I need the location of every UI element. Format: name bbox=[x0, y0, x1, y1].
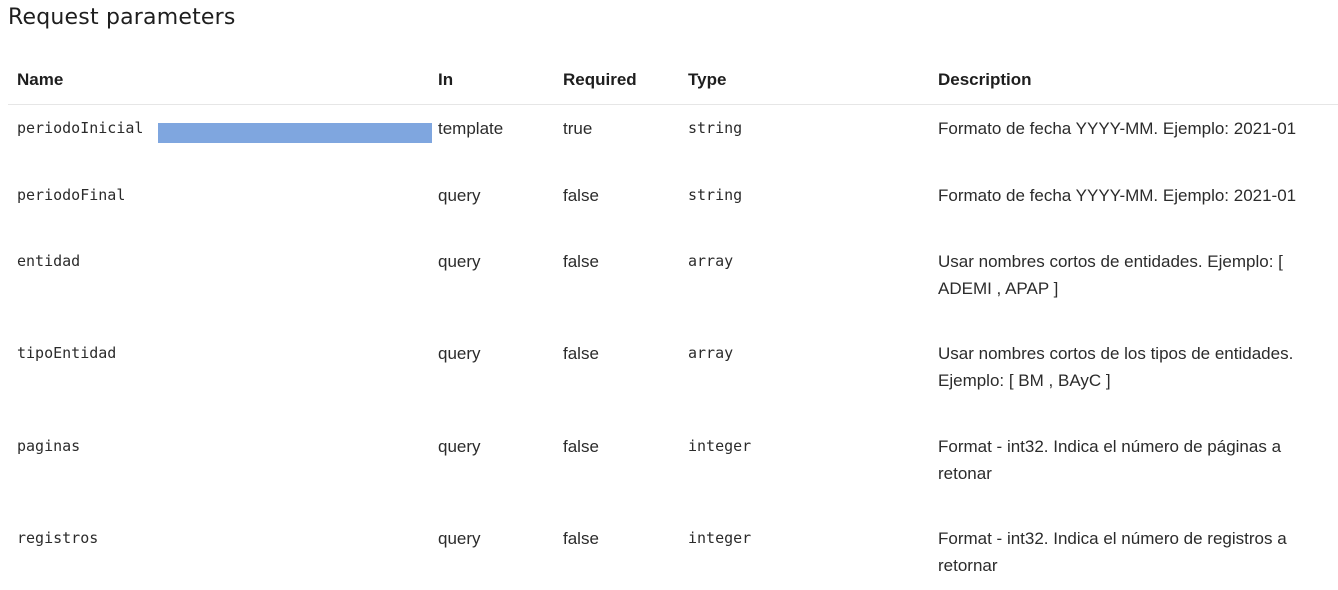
param-description: Formato de fecha YYYY-MM. Ejemplo: 2021-… bbox=[938, 186, 1297, 205]
param-type: string bbox=[688, 119, 743, 137]
param-name: paginas bbox=[17, 437, 81, 455]
param-required: true bbox=[563, 119, 593, 138]
param-name: periodoInicial bbox=[17, 119, 144, 137]
param-in: query bbox=[438, 344, 481, 363]
header-required: Required bbox=[563, 70, 637, 89]
param-type: string bbox=[688, 186, 743, 204]
param-description: Formato de fecha YYYY-MM. Ejemplo: 2021-… bbox=[938, 119, 1297, 138]
param-in: query bbox=[438, 186, 481, 205]
param-required: false bbox=[563, 437, 599, 456]
header-in: In bbox=[438, 70, 454, 89]
param-required: false bbox=[563, 252, 599, 271]
param-type: integer bbox=[688, 529, 752, 547]
param-name: registros bbox=[17, 529, 99, 547]
param-in: template bbox=[438, 119, 504, 138]
param-name: periodoFinal bbox=[17, 186, 126, 204]
param-description: Usar nombres cortos de los tipos de enti… bbox=[938, 344, 1294, 390]
param-name: entidad bbox=[17, 252, 81, 270]
header-name: Name bbox=[17, 70, 64, 89]
header-type: Type bbox=[688, 70, 727, 89]
param-type: array bbox=[688, 344, 734, 362]
param-type: array bbox=[688, 252, 734, 270]
param-in: query bbox=[438, 252, 481, 271]
param-required: false bbox=[563, 529, 599, 548]
param-required: false bbox=[563, 186, 599, 205]
param-description: Format - int32. Indica el número de regi… bbox=[938, 529, 1287, 575]
header-description: Description bbox=[938, 70, 1032, 89]
table-header: Name In Required Type Description bbox=[8, 58, 1338, 105]
param-in: query bbox=[438, 529, 481, 548]
param-in: query bbox=[438, 437, 481, 456]
param-description: Format - int32. Indica el número de pági… bbox=[938, 437, 1282, 483]
parameters-table: Name In Required Type Description period… bbox=[8, 58, 1338, 575]
param-type: integer bbox=[688, 437, 752, 455]
param-name: tipoEntidad bbox=[17, 344, 117, 362]
page-title: Request parameters bbox=[8, 5, 236, 30]
redaction-bar bbox=[158, 123, 432, 143]
param-description: Usar nombres cortos de entidades. Ejempl… bbox=[938, 252, 1283, 298]
param-required: false bbox=[563, 344, 599, 363]
